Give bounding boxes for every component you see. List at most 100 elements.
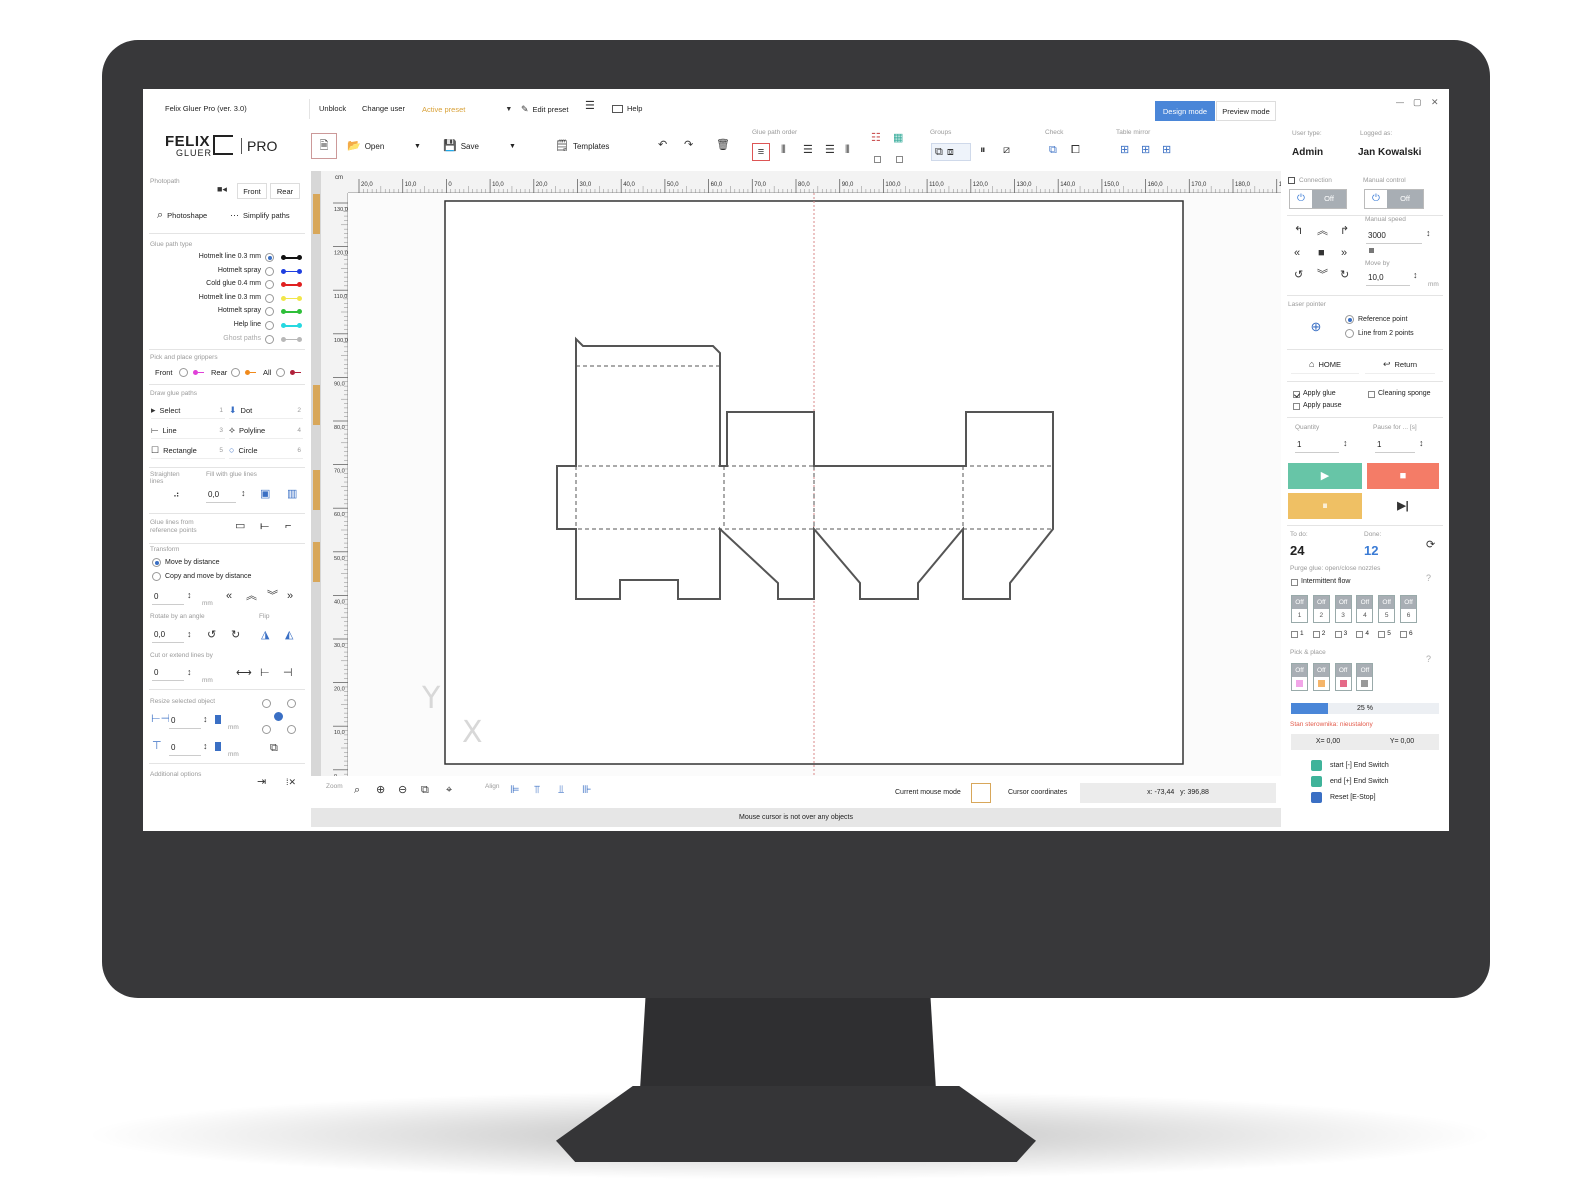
additional-export-button[interactable]: ⇥ <box>257 777 266 788</box>
jog-down-right-button[interactable]: ↻ <box>1340 270 1349 281</box>
jog-up-right-button[interactable]: ↱ <box>1340 226 1349 237</box>
step-button[interactable]: ▶| <box>1367 493 1439 519</box>
move-left-button[interactable]: « <box>226 591 232 602</box>
extend-start-button[interactable]: ⊢ <box>260 668 270 679</box>
simplify-paths-button[interactable]: ⋯ Simplify paths <box>230 210 290 221</box>
resize-w-stepper-icon[interactable]: ↕ <box>203 714 208 725</box>
move-stepper-icon[interactable]: ↕ <box>187 590 192 601</box>
path-order-check-1[interactable] <box>874 156 881 163</box>
nozzle-toggle[interactable]: Off 6 <box>1400 595 1417 623</box>
anchor-grid[interactable] <box>261 699 297 735</box>
draw-tool-polyline-button[interactable]: ⟡ Polyline 4 <box>229 422 303 439</box>
additional-close-button[interactable]: ⁞✕ <box>286 777 296 788</box>
splitter-handle-3[interactable] <box>313 470 320 510</box>
rotate-cw-button[interactable]: ↻ <box>231 630 240 641</box>
nozzle-toggle[interactable]: Off 3 <box>1334 595 1352 623</box>
reference-point-radio[interactable] <box>1345 315 1354 324</box>
pick-place-toggle[interactable]: Off <box>1356 663 1374 691</box>
splitter-handle-1[interactable] <box>313 194 320 234</box>
path-order-button-2[interactable]: ⦀ <box>781 145 786 156</box>
group-icon[interactable]: ⧉ <box>935 146 943 158</box>
quantity-stepper-icon[interactable]: ↕ <box>1343 438 1348 449</box>
draw-tool-rectangle-button[interactable]: ☐ Rectangle 5 <box>151 442 225 459</box>
resize-h-stepper-icon[interactable]: ↕ <box>203 741 208 752</box>
move-by-stepper-icon[interactable]: ↕ <box>1413 270 1418 281</box>
move-by-distance-radio[interactable] <box>152 558 161 567</box>
align-right-button[interactable]: ⊪ <box>582 785 592 796</box>
path-order-button-6[interactable]: ☷ <box>871 133 881 144</box>
ungroup-icon[interactable]: ⧈ <box>947 146 954 158</box>
nozzle-toggle[interactable]: Off 4 <box>1356 595 1374 623</box>
glue-type-radio[interactable] <box>265 321 274 330</box>
camera-icon[interactable]: ■◂ <box>217 184 227 195</box>
speed-stepper-icon[interactable]: ↕ <box>1426 228 1431 239</box>
nozzle-checkbox[interactable] <box>1291 631 1298 638</box>
nozzle-toggle[interactable]: Off 1 <box>1291 595 1308 623</box>
move-distance-input[interactable]: 0 <box>152 589 184 605</box>
return-button[interactable]: ↩ Return <box>1365 356 1435 374</box>
ref-line-button[interactable]: ⟝ <box>260 521 269 532</box>
gripper-rear-radio[interactable] <box>231 368 240 377</box>
pick-place-toggle[interactable]: Off <box>1291 663 1308 691</box>
move-up-button[interactable]: ︽ <box>246 591 257 602</box>
ref-rect-button[interactable]: ▭ <box>235 521 245 532</box>
connection-toggle[interactable]: ⏻ Off <box>1289 189 1347 209</box>
new-file-button[interactable]: 🗎 <box>311 133 337 159</box>
path-order-button-1[interactable]: ≡ <box>752 143 770 161</box>
pause-for-input[interactable]: 1 <box>1375 437 1415 453</box>
path-order-button-4[interactable]: ☰ <box>825 145 835 156</box>
start-button[interactable]: ▶ <box>1288 463 1362 489</box>
photopath-rear-button[interactable]: Rear <box>270 183 300 199</box>
purge-help-icon[interactable]: ? <box>1426 573 1431 583</box>
glue-type-radio[interactable] <box>265 253 274 262</box>
resize-apply-button[interactable]: ⧉ <box>270 743 278 754</box>
cut-extend-input[interactable]: 0 <box>152 665 184 681</box>
jog-stop-button[interactable]: ■ <box>1318 248 1325 259</box>
gripper-front-radio[interactable] <box>179 368 188 377</box>
straighten-button[interactable]: ⠴ <box>173 489 180 500</box>
resize-width-input[interactable]: 0 <box>169 713 201 729</box>
open-button[interactable]: 📂 Open <box>347 141 384 152</box>
quantity-input[interactable]: 1 <box>1295 437 1339 453</box>
draw-tool-select-button[interactable]: ▸ Select 1 <box>151 402 225 419</box>
group-pause-button[interactable]: ⏸ <box>980 145 986 156</box>
extend-end-button[interactable]: ⊣ <box>283 668 293 679</box>
save-button[interactable]: 💾 Save <box>443 141 479 152</box>
mirror-button-2[interactable]: ⊞ <box>1141 145 1150 156</box>
copy-and-move-radio[interactable] <box>152 572 161 581</box>
align-bottom-button[interactable]: ⫫ <box>558 785 564 796</box>
help-button[interactable]: Help <box>612 104 642 113</box>
path-order-button-7[interactable]: ▦ <box>893 133 903 144</box>
stop-button[interactable]: ■ <box>1367 463 1439 489</box>
home-button[interactable]: ⌂ HOME <box>1291 356 1359 374</box>
pick-place-toggle[interactable]: Off <box>1312 663 1330 691</box>
splitter-handle-4[interactable] <box>313 542 320 582</box>
fill-horizontal-button[interactable]: ▣ <box>260 489 270 500</box>
fill-vertical-button[interactable]: ▥ <box>287 489 297 500</box>
jog-up-button[interactable]: ︽ <box>1317 226 1328 237</box>
gripper-all-radio[interactable] <box>276 368 285 377</box>
delete-button[interactable]: 🗑 <box>716 140 730 151</box>
active-preset-select[interactable]: Active preset ▼ <box>422 105 512 114</box>
draw-tool-dot-button[interactable]: ⬇ Dot 2 <box>229 402 303 419</box>
photoshape-button[interactable]: ⌕ Photoshape <box>157 210 207 221</box>
move-down-button[interactable]: ︾ <box>267 591 278 602</box>
ref-corner-button[interactable]: ⌐ <box>285 521 291 532</box>
redo-button[interactable]: ↷ <box>684 140 693 151</box>
apply-glue-checkbox[interactable] <box>1293 391 1300 398</box>
open-dropdown-button[interactable]: ▼ <box>414 143 421 150</box>
unblock-button[interactable]: Unblock <box>319 104 346 113</box>
cleaning-sponge-checkbox[interactable] <box>1368 391 1375 398</box>
zoom-fit-button[interactable]: ⧉ <box>421 785 429 796</box>
edit-preset-button[interactable]: ✎ Edit preset <box>521 104 568 115</box>
speed-slider-thumb[interactable] <box>1369 248 1374 253</box>
draw-tool-circle-button[interactable]: ○ Circle 6 <box>229 442 303 459</box>
lock-w-icon[interactable] <box>215 715 221 724</box>
laser-pointer-button[interactable]: ⊕ <box>1305 315 1327 337</box>
fill-value-input[interactable]: 0,0 <box>206 487 236 503</box>
nozzle-checkbox[interactable] <box>1312 631 1320 638</box>
change-user-button[interactable]: Change user <box>362 104 405 113</box>
line-from-2-points-radio[interactable] <box>1345 329 1354 338</box>
lock-h-icon[interactable] <box>215 742 221 751</box>
rotate-angle-input[interactable]: 0,0 <box>152 627 184 643</box>
